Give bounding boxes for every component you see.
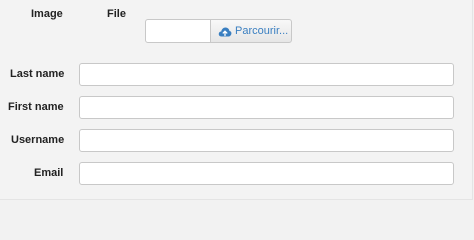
first-name-label: First name — [8, 101, 64, 113]
email-label: Email — [34, 167, 64, 179]
username-label: Username — [11, 134, 65, 146]
file-path-display[interactable] — [145, 19, 211, 43]
image-label: Image — [31, 8, 63, 20]
file-label: File — [107, 8, 126, 20]
cloud-upload-icon — [218, 25, 232, 37]
first-name-input[interactable] — [79, 96, 454, 119]
last-name-label: Last name — [10, 68, 65, 80]
browse-button[interactable]: Parcourir... — [210, 19, 292, 43]
username-input[interactable] — [79, 129, 454, 152]
browse-button-label: Parcourir... — [235, 25, 289, 37]
form-panel: Image File Parcourir... Last name First … — [0, 0, 473, 200]
last-name-input[interactable] — [79, 63, 454, 86]
email-input[interactable] — [79, 162, 454, 185]
